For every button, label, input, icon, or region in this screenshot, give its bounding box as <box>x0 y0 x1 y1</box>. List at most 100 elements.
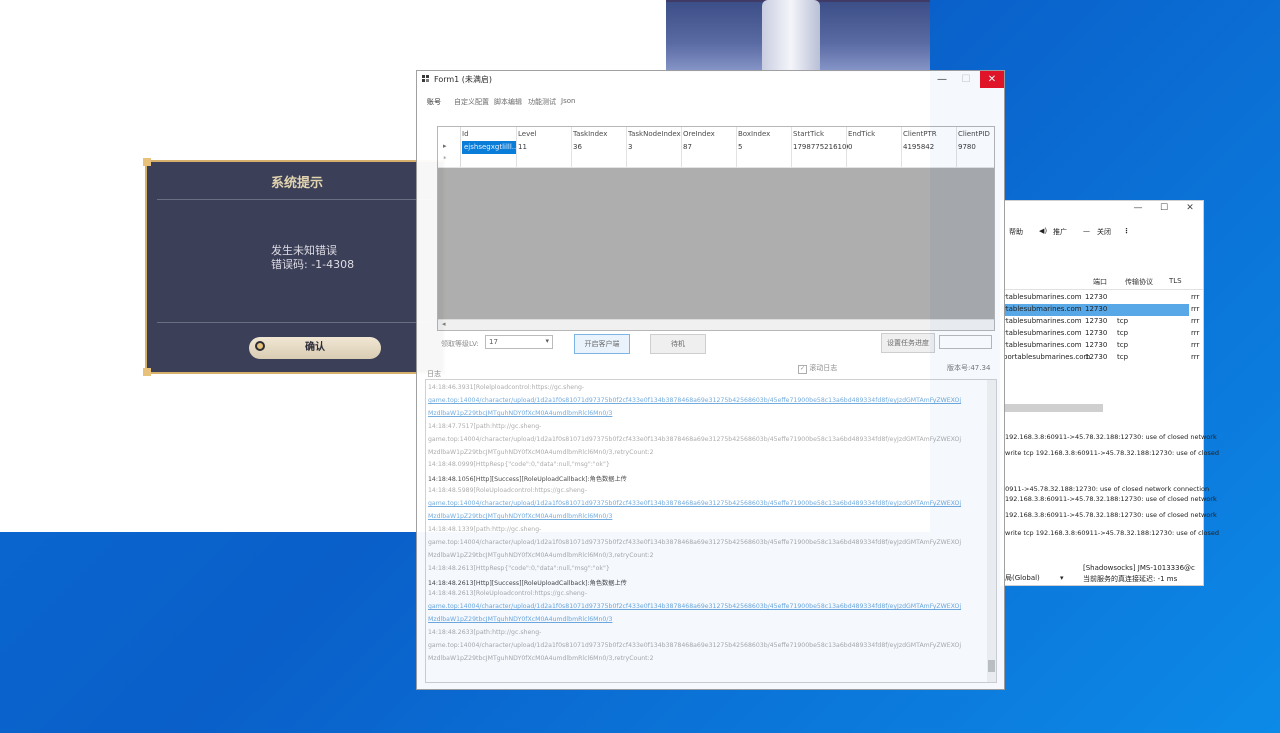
start-client-button[interactable]: 开启客户端 <box>574 334 630 354</box>
proxy-cell-port: 12730 <box>1085 329 1108 337</box>
log-line: MzdlbaW1pZ29tbcJMTguhNDY0fXcM0A4umdlbmRl… <box>428 448 654 456</box>
log-textbox[interactable]: 14:18:46.3931[Rolelploadcontrol:https://… <box>425 379 997 683</box>
grid-cell[interactable]: 87 <box>683 143 738 151</box>
log-line: 14:18:48.1056[Http][Success][RoleUploadC… <box>428 476 627 484</box>
menu-promote[interactable]: 推广 <box>1053 227 1067 237</box>
grid-cell[interactable]: 3 <box>628 143 683 151</box>
proxy-menu: 帮助 ◀) 推广 — 关闭 ⋮ <box>1001 227 1203 239</box>
proxy-log-line: 60911->45.78.32.188:12730: use of closed… <box>1001 485 1210 493</box>
grid-column-header[interactable]: OreIndex <box>683 130 715 138</box>
grid-cell[interactable]: 4195842 <box>903 143 958 151</box>
form1-window: Form1 (未满启) — ☐ ✕ 账号 自定义配置 脚本编辑 功能测试 Jso… <box>416 70 1005 690</box>
dialog-message-line1: 发生未知错误 <box>271 244 337 257</box>
grid-cell[interactable]: 0 <box>848 143 903 151</box>
dialog-error-code: 错误码: -1-4308 <box>271 258 355 271</box>
maximize-icon[interactable]: ☐ <box>1153 203 1175 217</box>
log-vscrollbar[interactable] <box>987 380 996 682</box>
grid-column-header[interactable]: Id <box>462 130 469 138</box>
proxy-server-row[interactable]: rtablesubmarines.com 12730 rrr <box>1001 304 1199 316</box>
proxy-log-line: 192.168.3.8:60911->45.78.32.188:12730: u… <box>1005 495 1217 503</box>
grid-row[interactable]: ▸ ejshsegxgtlilll... 11 36 3 87 5 1798775216106… <box>438 141 994 155</box>
proxy-cell-port: 12730 <box>1085 293 1108 301</box>
level-select[interactable]: 17 ▾ <box>485 335 553 349</box>
log-line: 14:18:48.2613[Http][Success][RoleUploadC… <box>428 579 627 587</box>
grid-column-header[interactable]: StartTick <box>793 130 824 138</box>
log-line[interactable]: MzdlbaW1pZ29tbcJMTguhNDY0fXcM0A4umdlbmRl… <box>428 410 612 417</box>
grid-header: Id Level TaskIndex TaskNodeIndex OreIndex Box… <box>438 127 994 142</box>
grid-column-header[interactable]: EndTick <box>848 130 875 138</box>
tab-script-edit[interactable]: 脚本编辑 <box>494 97 522 107</box>
log-line[interactable]: MzdlbaW1pZ29tbcJMTguhNDY0fXcM0A4umdlbmRl… <box>428 616 612 623</box>
grid-column-header[interactable]: BoxIndex <box>738 130 770 138</box>
tab-json[interactable]: Json <box>561 97 575 105</box>
log-line[interactable]: game.top:14004/character/upload/1d2a1f0s… <box>428 603 961 610</box>
log-line[interactable]: game.top:14004/character/upload/1d2a1f0s… <box>428 397 961 404</box>
proxy-server-row[interactable]: portablesubmarines.com 12730 tcp rrr <box>1001 352 1199 364</box>
grid-hscrollbar[interactable]: ◂ <box>438 319 994 330</box>
grid-cell[interactable]: 11 <box>518 143 573 151</box>
log-line[interactable]: MzdlbaW1pZ29tbcJMTguhNDY0fXcM0A4umdlbmRl… <box>428 513 612 520</box>
window-title: Form1 (未满启) <box>434 75 493 84</box>
game-artwork <box>666 0 930 72</box>
row-pointer-icon: ▸ <box>443 142 447 150</box>
proxy-server-row[interactable]: rtablesubmarines.com 12730 rrr <box>1001 292 1199 304</box>
log-line: game.top:14004/character/upload/1d2a1f0s… <box>428 538 962 546</box>
log-line: MzdlbaW1pZ29tbcJMTguhNDY0fXcM0A4umdlbmRl… <box>428 551 654 559</box>
proxy-cell-extra: rrr <box>1191 305 1200 313</box>
grid-new-row[interactable]: * <box>438 154 994 168</box>
scroll-log-checkbox[interactable]: ✓ 滚动日志 <box>798 363 837 374</box>
grid-column-header[interactable]: TaskIndex <box>573 130 607 138</box>
menu-help[interactable]: 帮助 <box>1009 227 1023 237</box>
grid-cell[interactable]: ejshsegxgtlilll... <box>462 141 517 154</box>
proxy-mode-select[interactable]: 局(Global) ▾ <box>1005 573 1064 583</box>
minimize-button[interactable]: — <box>930 71 954 88</box>
proxy-server-row[interactable]: rtablesubmarines.com 12730 tcp rrr <box>1001 340 1199 352</box>
grid-cell[interactable]: 1798775216106 <box>793 143 848 151</box>
close-button[interactable]: ✕ <box>980 71 1004 88</box>
grid-cell[interactable]: 9780 <box>958 143 994 151</box>
log-section-label: 日志 <box>427 370 441 378</box>
grid-column-header[interactable]: TaskNodeIndex <box>628 130 681 138</box>
speaker-icon: ◀) <box>1039 227 1048 235</box>
tab-custom-config[interactable]: 自定义配置 <box>454 97 489 107</box>
grid-column-header[interactable]: ClientPID <box>958 130 990 138</box>
maximize-button[interactable]: ☐ <box>954 71 978 88</box>
proxy-log-line: 192.168.3.8:60911->45.78.32.188:12730: u… <box>1005 433 1217 441</box>
scroll-left-icon[interactable]: ◂ <box>442 320 446 328</box>
proxy-cell-port: 12730 <box>1085 317 1108 325</box>
grid-cell[interactable]: 5 <box>738 143 793 151</box>
log-line[interactable]: game.top:14004/character/upload/1d2a1f0s… <box>428 500 961 507</box>
menu-close[interactable]: 关闭 <box>1097 227 1111 237</box>
proxy-cell-host: rtablesubmarines.com <box>1003 293 1082 301</box>
grid-column-header[interactable]: Level <box>518 130 536 138</box>
proxy-cell-port: 12730 <box>1085 353 1108 361</box>
confirm-label: 确认 <box>305 342 325 353</box>
proxy-server-row[interactable]: rtablesubmarines.com 12730 tcp rrr <box>1001 328 1199 340</box>
task-progress-input[interactable] <box>939 335 992 349</box>
proxy-server-row[interactable]: rtablesubmarines.com 12730 tcp rrr <box>1001 316 1199 328</box>
confirm-button[interactable]: 确认 <box>249 337 381 359</box>
set-task-progress-button[interactable]: 设置任务进度 <box>881 333 935 353</box>
grid-cell[interactable]: 36 <box>573 143 628 151</box>
minimize-icon[interactable]: — <box>1127 203 1149 217</box>
scroll-thumb[interactable] <box>988 660 995 672</box>
proxy-client-window: — ☐ ✕ 帮助 ◀) 推广 — 关闭 ⋮ 端口 传输协议 TLS rtable… <box>1000 200 1219 586</box>
tab-account[interactable]: 账号 <box>427 97 441 107</box>
account-grid[interactable]: Id Level TaskIndex TaskNodeIndex OreIndex Box… <box>437 126 995 331</box>
log-line: 14:18:48.2613[HttpResp{"code":0,"data":n… <box>428 564 610 572</box>
more-icon[interactable]: ⋮ <box>1123 227 1130 235</box>
system-dialog: 系统提示 发生未知错误 错误码: -1-4308 确认 <box>143 158 445 376</box>
standby-button[interactable]: 待机 <box>650 334 706 354</box>
tab-feature-test[interactable]: 功能测试 <box>528 97 556 107</box>
proxy-hscrollbar[interactable] <box>1001 404 1103 412</box>
dialog-title: 系统提示 <box>270 176 323 191</box>
log-line: 14:18:48.0999[HttpResp{"code":0,"data":n… <box>428 461 610 469</box>
proxy-log-line: write tcp 192.168.3.8:60911->45.78.32.18… <box>1005 449 1219 457</box>
proxy-log-line: write tcp 192.168.3.8:60911->45.78.32.18… <box>1005 529 1219 537</box>
dialog-message: 发生未知错误 错误码: -1-4308 <box>271 244 354 272</box>
form1-titlebar[interactable]: Form1 (未满启) — ☐ ✕ <box>417 71 1004 88</box>
proxy-cell-extra: rrr <box>1191 293 1200 301</box>
grid-column-header[interactable]: ClientPTR <box>903 130 937 138</box>
close-icon[interactable]: ✕ <box>1179 203 1201 217</box>
version-label: 版本号:47.34 <box>947 364 991 372</box>
